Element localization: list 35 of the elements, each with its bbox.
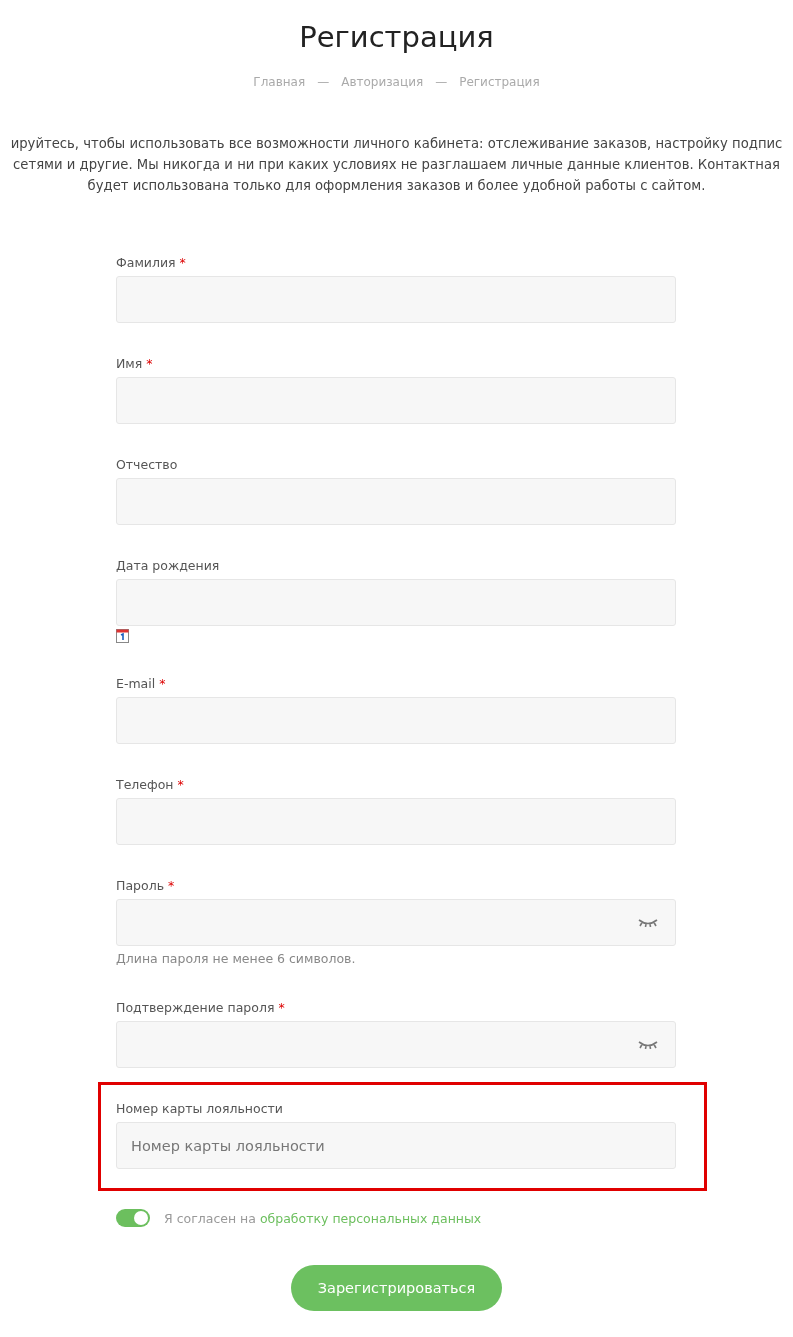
breadcrumb-link[interactable]: Главная — [253, 75, 306, 89]
consent-text: Я согласен на обработку персональных данных — [164, 1210, 482, 1226]
intro-text: ируйтесь, чтобы использовать все возможности личного кабинета: отслеживание заказов, настройку подпис — [10, 135, 783, 153]
register-button[interactable]: Зарегистрироваться — [290, 1265, 503, 1311]
closed-eye-icon[interactable] — [638, 919, 658, 927]
closed-eye-icon[interactable] — [638, 1041, 658, 1049]
consent-toggle[interactable] — [116, 1209, 150, 1227]
input-field[interactable] — [116, 1021, 676, 1068]
hint-text: Длина пароля не менее 6 символов. — [116, 951, 356, 966]
intro-text: сетями и другие. Мы никогда и ни при каких условиях не разглашаем личные данные клиентов. Контактная — [13, 156, 780, 174]
input-field[interactable]: Номер карты лояльности — [116, 1122, 676, 1169]
input-field[interactable] — [116, 579, 676, 626]
consent-link[interactable]: обработку персональных данных — [259, 1210, 482, 1226]
breadcrumb-separator: — — [317, 75, 330, 89]
field-label: Имя * — [116, 356, 153, 371]
input-field[interactable] — [116, 697, 676, 744]
calendar-icon[interactable] — [116, 629, 129, 643]
intro-text: будет использована только для оформления заказов и более удобной работы с сайтом. — [87, 177, 706, 195]
breadcrumb-link[interactable]: Регистрация — [459, 75, 540, 89]
input-field[interactable] — [116, 276, 676, 323]
field-label: Дата рождения — [116, 558, 220, 573]
input-field[interactable] — [116, 377, 676, 424]
field-label: Фамилия * — [116, 255, 186, 270]
field-label: Подтверждение пароля * — [116, 1000, 285, 1015]
page-title: Регистрация — [298, 19, 495, 56]
field-label: Отчество — [116, 457, 178, 472]
breadcrumb-separator: — — [435, 75, 448, 89]
input-field[interactable] — [116, 798, 676, 845]
input-field[interactable] — [116, 899, 676, 946]
field-label: E-mail * — [116, 676, 166, 691]
field-label: Телефон * — [116, 777, 184, 792]
breadcrumb-link[interactable]: Авторизация — [341, 75, 424, 89]
input-field[interactable] — [116, 478, 676, 525]
field-label: Пароль * — [116, 878, 175, 893]
field-label: Номер карты лояльности — [116, 1101, 283, 1116]
